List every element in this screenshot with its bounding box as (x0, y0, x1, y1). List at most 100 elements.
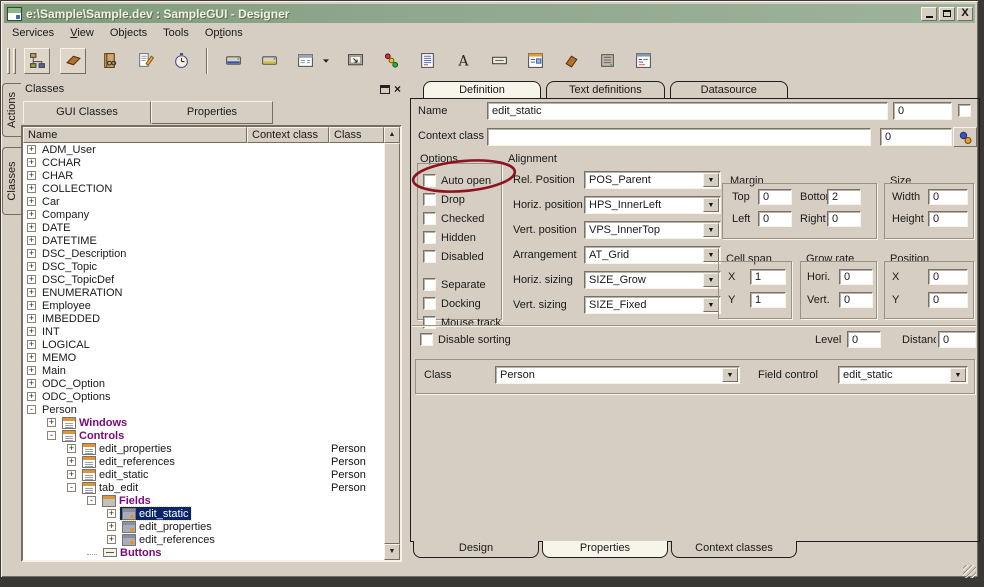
tree-item-edit_properties[interactable]: +edit_properties (23, 520, 384, 533)
panel-tab[interactable]: Context classes (671, 541, 797, 558)
tree-item-IMBEDDED[interactable]: +IMBEDDED (23, 312, 384, 325)
tree-item-Main[interactable]: +Main (23, 364, 384, 377)
option-checkbox[interactable] (423, 250, 436, 263)
scroll-up-button[interactable]: ▲ (384, 127, 400, 143)
tree-item-Windows[interactable]: +Windows (23, 416, 384, 429)
name-number-input[interactable]: 0 (893, 102, 952, 120)
tree-item-DATETIME[interactable]: +DATETIME (23, 234, 384, 247)
resize-grip[interactable] (963, 565, 976, 578)
collapse-toggle-icon[interactable]: - (27, 405, 36, 414)
panel-tab[interactable]: GUI Classes (23, 101, 151, 124)
option-checkbox[interactable] (423, 212, 436, 225)
font-icon[interactable]: A (450, 48, 476, 74)
drive-yellow-icon[interactable] (256, 48, 282, 74)
tree-item-Person[interactable]: -Person (23, 403, 384, 416)
margin-input[interactable]: 0 (758, 189, 792, 205)
column-header-class[interactable]: Class (329, 127, 384, 143)
menu-item[interactable]: Tools (155, 25, 197, 41)
position-input[interactable]: 0 (928, 269, 968, 285)
window-content-icon[interactable] (630, 48, 656, 74)
tree-item-Fields[interactable]: -Fields (23, 494, 384, 507)
menu-item[interactable]: Options (197, 25, 251, 41)
expand-toggle-icon[interactable]: + (27, 262, 36, 271)
expand-toggle-icon[interactable]: + (27, 158, 36, 167)
margin-input[interactable]: 2 (827, 189, 861, 205)
expand-toggle-icon[interactable]: + (27, 288, 36, 297)
panel-tab[interactable]: Properties (542, 541, 668, 558)
tree-item-DSC_Description[interactable]: +DSC_Description (23, 247, 384, 260)
margin-input[interactable]: 0 (758, 211, 792, 227)
toolbar-drag-handle[interactable] (13, 48, 16, 74)
chevron-down-icon[interactable]: ▼ (722, 368, 738, 382)
context-class-number-input[interactable]: 0 (880, 128, 952, 146)
collapse-toggle-icon[interactable]: - (87, 496, 96, 505)
tree-item-Employee[interactable]: +Employee (23, 299, 384, 312)
drive-blue-icon[interactable] (220, 48, 246, 74)
float-panel-icon[interactable] (380, 85, 390, 94)
expand-toggle-icon[interactable]: + (107, 522, 116, 531)
minimize-button[interactable] (921, 7, 937, 21)
expand-toggle-icon[interactable]: + (27, 366, 36, 375)
tree-item-Company[interactable]: +Company (23, 208, 384, 221)
chevron-down-icon[interactable]: ▼ (703, 273, 719, 287)
expand-toggle-icon[interactable]: + (67, 470, 76, 479)
report-icon[interactable] (414, 48, 440, 74)
close-panel-icon[interactable]: × (394, 84, 401, 94)
menu-item[interactable]: Objects (102, 25, 155, 41)
tree-item-edit_properties[interactable]: +edit_propertiesPerson (23, 442, 384, 455)
panel-tab[interactable]: Definition (423, 81, 541, 98)
tree-item-ADM_User[interactable]: +ADM_User (23, 143, 384, 156)
scrollbar-thumb[interactable] (384, 143, 400, 544)
chevron-down-icon[interactable]: ▼ (703, 173, 719, 187)
tree-item-edit_static[interactable]: +edit_staticPerson (23, 468, 384, 481)
tree-item-ENUMERATION[interactable]: +ENUMERATION (23, 286, 384, 299)
chevron-down-icon[interactable]: ▼ (703, 298, 719, 312)
tree-item-COLLECTION[interactable]: +COLLECTION (23, 182, 384, 195)
toolbar-drag-handle[interactable] (7, 48, 10, 74)
tree-item-edit_static[interactable]: +edit_static (23, 507, 384, 520)
tree-item-DSC_Topic[interactable]: +DSC_Topic (23, 260, 384, 273)
expand-toggle-icon[interactable]: + (27, 236, 36, 245)
expand-toggle-icon[interactable]: + (67, 457, 76, 466)
chevron-down-icon[interactable]: ▼ (950, 368, 966, 382)
alignment-dropdown[interactable]: POS_Parent▼ (584, 171, 721, 189)
expand-toggle-icon[interactable]: + (27, 210, 36, 219)
tree-item-ODC_Option[interactable]: +ODC_Option (23, 377, 384, 390)
tree-item-INT[interactable]: +INT (23, 325, 384, 338)
expand-toggle-icon[interactable]: + (27, 314, 36, 323)
tree-item-Car[interactable]: +Car (23, 195, 384, 208)
position-input[interactable]: 0 (928, 292, 968, 308)
name-checkbox[interactable] (958, 104, 971, 117)
tree-item-DATE[interactable]: +DATE (23, 221, 384, 234)
option-checkbox[interactable] (423, 193, 436, 206)
column-header-name[interactable]: Name (23, 127, 247, 143)
level-input[interactable]: 0 (847, 331, 881, 348)
panel-tab[interactable]: Design (413, 541, 539, 558)
option-checkbox[interactable] (423, 278, 436, 291)
expand-toggle-icon[interactable]: + (27, 197, 36, 206)
clock-icon[interactable] (168, 48, 194, 74)
tree-item-CHAR[interactable]: +CHAR (23, 169, 384, 182)
grow-rate-input[interactable]: 0 (839, 269, 873, 285)
expand-toggle-icon[interactable]: + (67, 444, 76, 453)
address-book-icon[interactable] (96, 48, 122, 74)
panel-tab[interactable]: Datasource (670, 81, 788, 98)
menu-item[interactable]: View (62, 25, 102, 41)
chevron-down-icon[interactable]: ▼ (703, 248, 719, 262)
option-checkbox[interactable] (423, 316, 436, 329)
field-control-dropdown[interactable]: edit_static▼ (838, 366, 968, 384)
tree-item-edit_references[interactable]: +edit_referencesPerson (23, 455, 384, 468)
context-class-picker-button[interactable] (953, 127, 977, 147)
context-class-input[interactable] (487, 128, 871, 146)
panel-tab[interactable]: Text definitions (546, 81, 665, 98)
expand-toggle-icon[interactable]: + (27, 275, 36, 284)
tree-item-LOGICAL[interactable]: +LOGICAL (23, 338, 384, 351)
expand-toggle-icon[interactable]: + (27, 353, 36, 362)
expand-toggle-icon[interactable]: + (27, 379, 36, 388)
tree-item-MEMO[interactable]: +MEMO (23, 351, 384, 364)
alignment-dropdown[interactable]: SIZE_Fixed▼ (584, 296, 721, 314)
tree-item-ODC_Options[interactable]: +ODC_Options (23, 390, 384, 403)
dropdown-arrow-icon[interactable] (320, 48, 332, 74)
collapse-toggle-icon[interactable]: - (47, 431, 56, 440)
expand-toggle-icon[interactable]: + (27, 340, 36, 349)
